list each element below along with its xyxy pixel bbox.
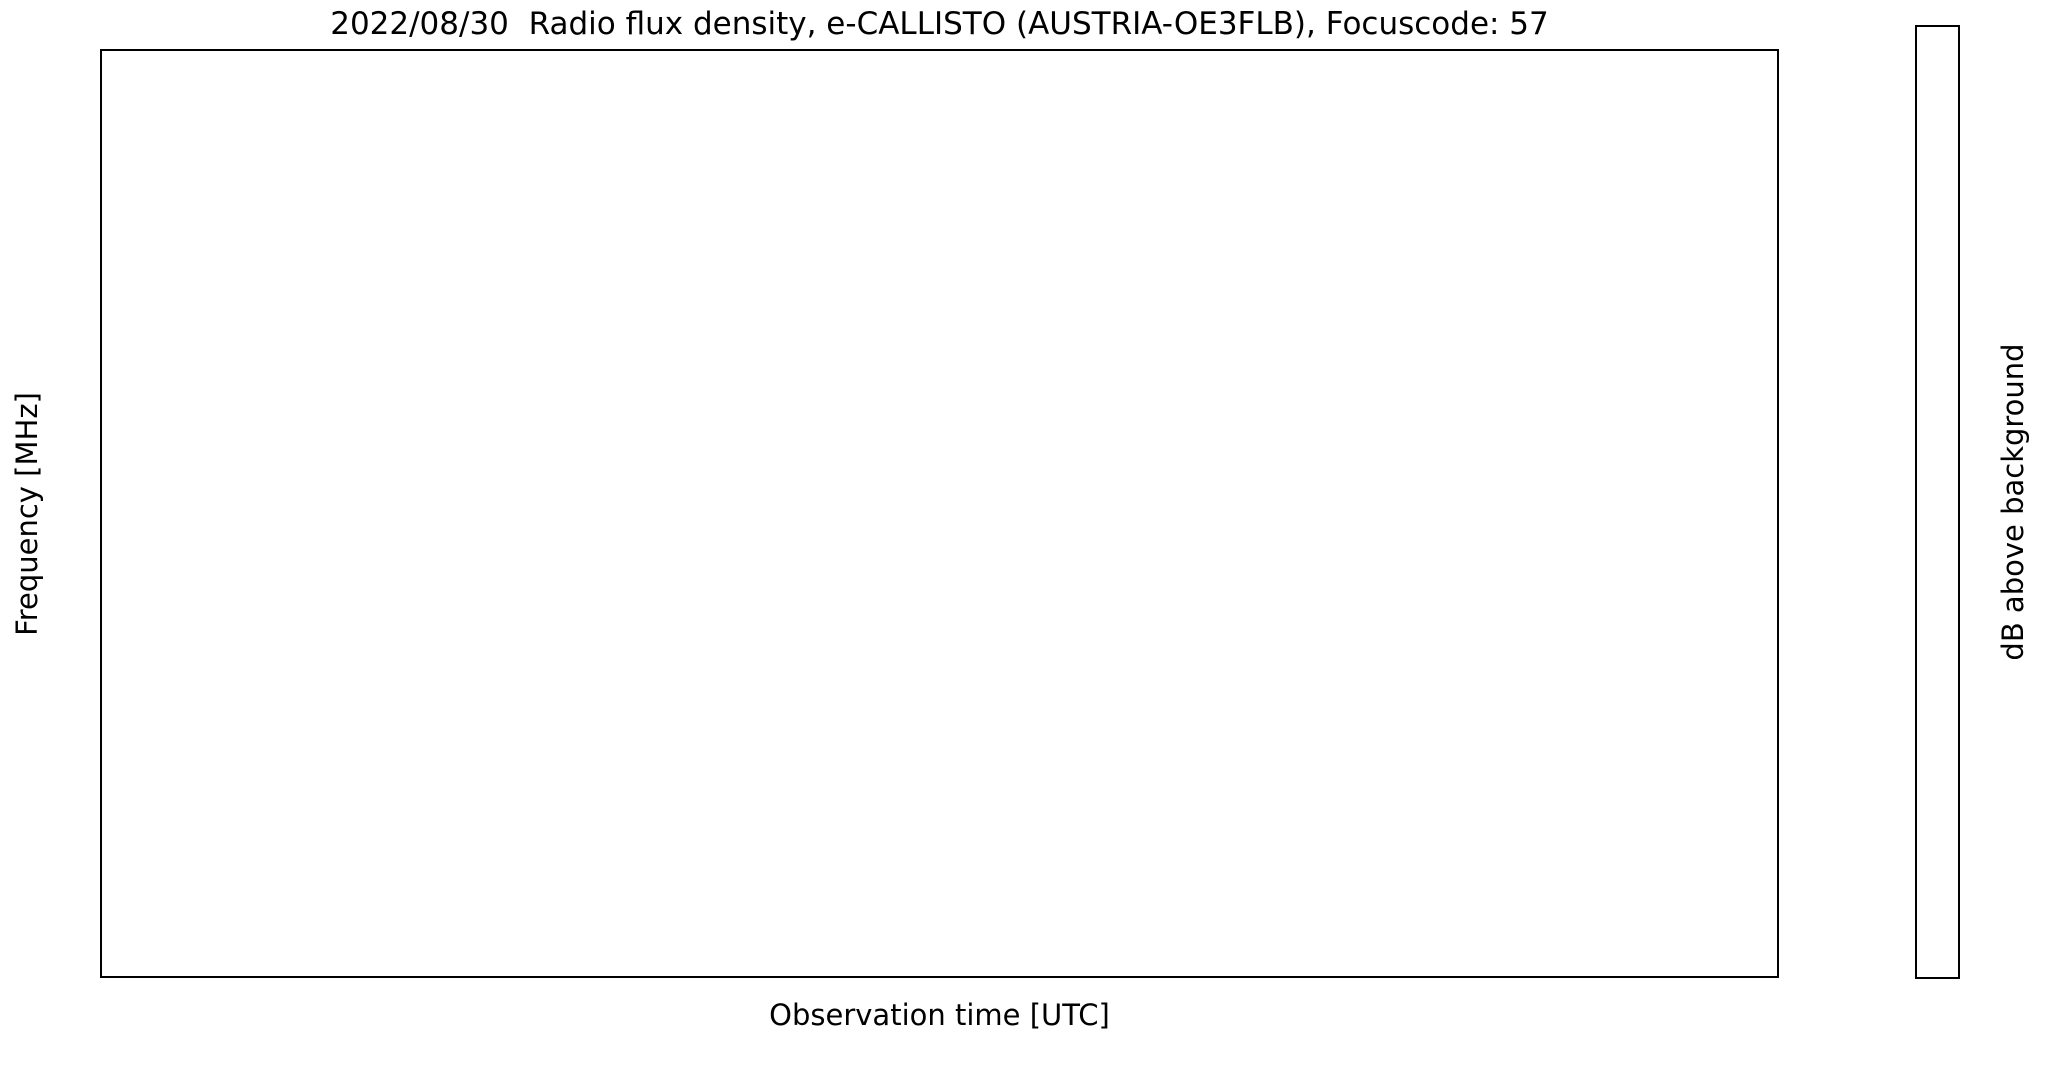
colorbar-label: dB above background [1996,343,2030,661]
figure: 2022/08/30 Radio flux density, e-CALLIST… [0,0,2047,1067]
y-axis-label: Frequency [MHz] [10,392,44,636]
x-axis-label: Observation time [UTC] [769,998,1110,1032]
spectrogram-heatmap [100,49,1779,978]
chart-title: 2022/08/30 Radio flux density, e-CALLIST… [330,6,1549,42]
colorbar [1915,25,1960,979]
